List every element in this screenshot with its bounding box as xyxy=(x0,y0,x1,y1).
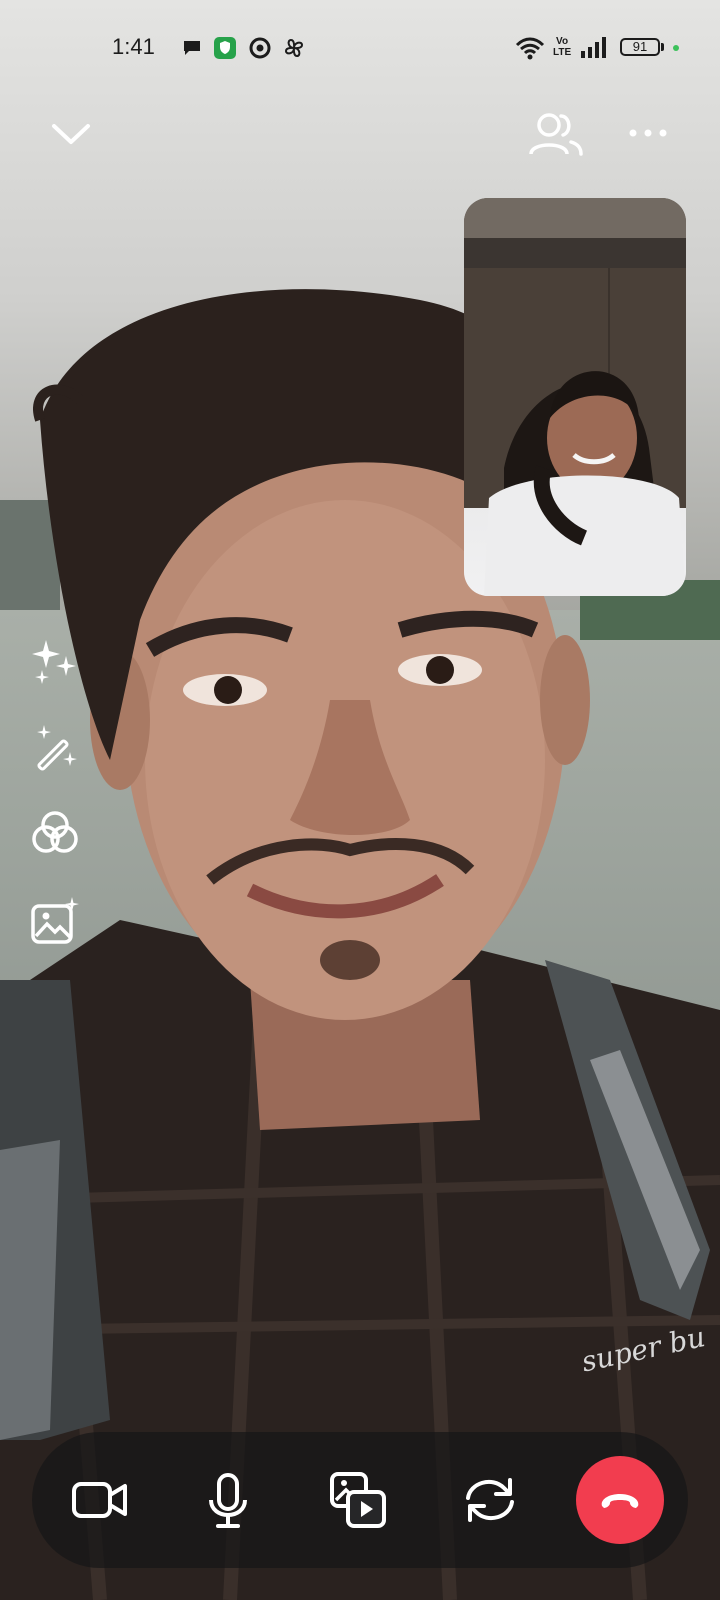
status-bar: 1:41 Vo LTE 91 xyxy=(0,0,720,96)
magic-wand-icon[interactable] xyxy=(30,722,80,772)
status-time: 1:41 xyxy=(112,34,155,59)
battery-tip xyxy=(661,43,664,51)
charging-dot xyxy=(673,45,679,51)
signal-icon xyxy=(581,37,606,58)
wifi-icon xyxy=(515,37,545,60)
camera-toggle-icon[interactable] xyxy=(68,1468,132,1532)
local-participant-video xyxy=(464,198,686,596)
filter-circles-icon[interactable] xyxy=(30,808,80,858)
self-view-pip[interactable] xyxy=(464,198,686,596)
pinwheel-icon xyxy=(284,38,304,58)
participants-icon[interactable] xyxy=(528,110,584,158)
end-call-icon xyxy=(601,1494,639,1508)
chat-bubble-icon xyxy=(184,41,200,55)
more-options-icon[interactable] xyxy=(628,126,668,140)
share-media-icon[interactable] xyxy=(326,1468,390,1532)
chrome-icon xyxy=(249,37,271,59)
shield-app-icon xyxy=(214,37,236,59)
background-image-icon[interactable] xyxy=(30,896,80,946)
battery-icon: 91 xyxy=(620,38,660,56)
flip-camera-icon[interactable] xyxy=(458,1468,522,1532)
chevron-down-icon[interactable] xyxy=(50,118,92,148)
microphone-icon[interactable] xyxy=(196,1468,260,1532)
network-type: Vo LTE xyxy=(553,36,572,58)
sparkles-icon[interactable] xyxy=(30,636,80,686)
end-call-button[interactable] xyxy=(576,1456,664,1544)
